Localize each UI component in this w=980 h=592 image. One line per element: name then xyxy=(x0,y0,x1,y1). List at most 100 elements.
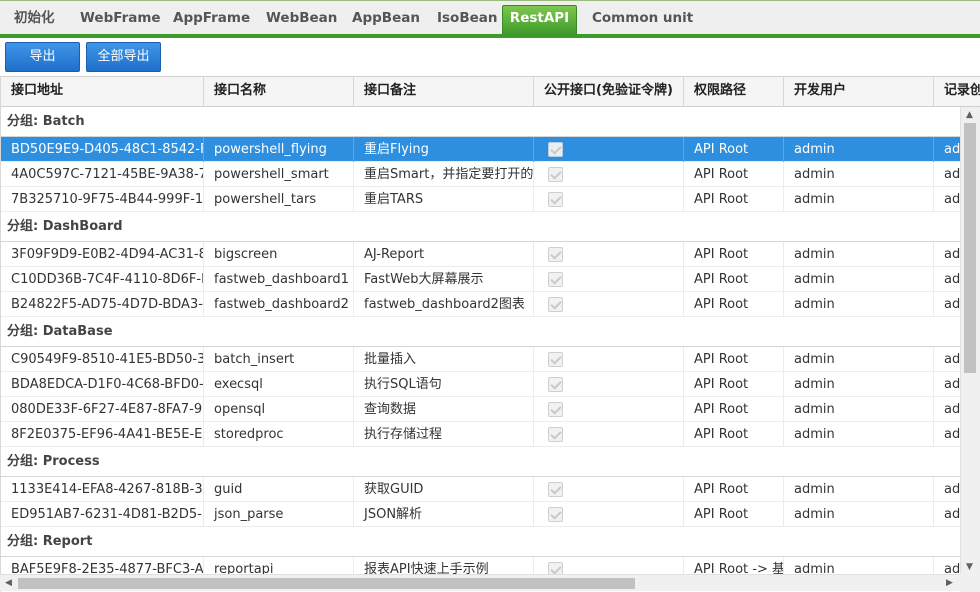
public-checkbox[interactable] xyxy=(548,427,563,442)
grid-header: 接口地址 接口名称 接口备注 公开接口(免验证令牌) 权限路径 开发用户 记录创 xyxy=(1,76,980,107)
table-row[interactable]: BD50E9E9-D405-48C1-8542-FA powershell_fly… xyxy=(1,137,974,162)
table-row[interactable]: 3F09F9D9-E0B2-4D94-AC31-8F bigscreen AJ-Re… xyxy=(1,242,974,267)
cell-remark: 重启Smart，并指定要打开的t xyxy=(354,162,534,187)
cell-path: API Root xyxy=(684,162,784,187)
cell-path: API Root xyxy=(684,242,784,267)
cell-path: API Root xyxy=(684,422,784,447)
scroll-down-arrow-icon[interactable]: ▼ xyxy=(966,562,973,572)
cell-address: 7B325710-9F75-4B44-999F-1E7 xyxy=(1,187,204,212)
cell-address: BD50E9E9-D405-48C1-8542-FA xyxy=(1,137,204,162)
tab-restapi[interactable]: RestAPI xyxy=(502,5,577,34)
scroll-right-arrow-icon[interactable]: ▶ xyxy=(946,578,953,588)
table-row[interactable]: BDA8EDCA-D1F0-4C68-BFD0-F execsql 执行SQL语句 A… xyxy=(1,372,974,397)
public-checkbox[interactable] xyxy=(548,297,563,312)
column-header-dev-user[interactable]: 开发用户 xyxy=(784,77,934,107)
cell-path: API Root xyxy=(684,137,784,162)
cell-path: API Root xyxy=(684,502,784,527)
public-checkbox[interactable] xyxy=(548,167,563,182)
cell-public xyxy=(534,372,684,397)
vertical-scroll-thumb[interactable] xyxy=(964,123,976,373)
public-checkbox[interactable] xyxy=(548,142,563,157)
group-header[interactable]: 分组: Process xyxy=(1,447,961,477)
cell-public xyxy=(534,137,684,162)
cell-path: API Root xyxy=(684,372,784,397)
table-row[interactable]: 1133E414-EFA8-4267-818B-3A9 guid 获取GUID API… xyxy=(1,477,974,502)
cell-address: 4A0C597C-7121-45BE-9A38-725 xyxy=(1,162,204,187)
cell-dev-user: admin xyxy=(784,372,934,397)
cell-remark: 重启Flying xyxy=(354,137,534,162)
cell-public xyxy=(534,397,684,422)
cell-public xyxy=(534,477,684,502)
cell-name: guid xyxy=(204,477,354,502)
cell-address: 1133E414-EFA8-4267-818B-3A9 xyxy=(1,477,204,502)
column-header-remark[interactable]: 接口备注 xyxy=(354,77,534,107)
table-row[interactable]: C90549F9-8510-41E5-BD50-318 batch_insert 批… xyxy=(1,347,974,372)
public-checkbox[interactable] xyxy=(548,377,563,392)
cell-name: fastweb_dashboard1 xyxy=(204,267,354,292)
horizontal-scroll-thumb[interactable] xyxy=(18,578,635,589)
cell-address: 080DE33F-6F27-4E87-8FA7-965 xyxy=(1,397,204,422)
cell-name: fastweb_dashboard2 xyxy=(204,292,354,317)
public-checkbox[interactable] xyxy=(548,402,563,417)
cell-remark: FastWeb大屏幕展示 xyxy=(354,267,534,292)
public-checkbox[interactable] xyxy=(548,482,563,497)
horizontal-scrollbar[interactable]: ◀ ▶ xyxy=(0,574,960,591)
table-row[interactable]: C10DD36B-7C4F-4110-8D6F-EE fastweb_dashbo… xyxy=(1,267,974,292)
scroll-left-arrow-icon[interactable]: ◀ xyxy=(5,578,12,588)
group-header[interactable]: 分组: DataBase xyxy=(1,317,961,347)
cell-name: storedproc xyxy=(204,422,354,447)
cell-public xyxy=(534,242,684,267)
cell-path: API Root xyxy=(684,267,784,292)
table-row[interactable]: ED951AB7-6231-4D81-B2D5-F9 json_parse JSON… xyxy=(1,502,974,527)
cell-name: powershell_flying xyxy=(204,137,354,162)
group-header[interactable]: 分组: DashBoard xyxy=(1,212,961,242)
scrollbar-corner xyxy=(960,574,980,592)
cell-address: 3F09F9D9-E0B2-4D94-AC31-8F xyxy=(1,242,204,267)
cell-public xyxy=(534,422,684,447)
table-row[interactable]: 8F2E0375-EF96-4A41-BE5E-E6 storedproc 执行存储… xyxy=(1,422,974,447)
vertical-scrollbar[interactable]: ▲ ▼ xyxy=(960,107,980,576)
tab-appframe[interactable]: AppFrame xyxy=(173,7,250,34)
public-checkbox[interactable] xyxy=(548,272,563,287)
cell-remark: 执行SQL语句 xyxy=(354,372,534,397)
cell-public xyxy=(534,267,684,292)
api-grid: 接口地址 接口名称 接口备注 公开接口(免验证令牌) 权限路径 开发用户 记录创… xyxy=(0,76,980,592)
tab-appbean[interactable]: AppBean xyxy=(352,7,420,34)
table-row[interactable]: 4A0C597C-7121-45BE-9A38-725 powershell_sm… xyxy=(1,162,974,187)
cell-dev-user: admin xyxy=(784,422,934,447)
cell-remark: 执行存储过程 xyxy=(354,422,534,447)
cell-dev-user: admin xyxy=(784,187,934,212)
tab-common-unit[interactable]: Common unit xyxy=(592,7,693,34)
group-header[interactable]: 分组: Report xyxy=(1,527,961,557)
column-header-public[interactable]: 公开接口(免验证令牌) xyxy=(534,77,684,107)
tab-webbean[interactable]: WebBean xyxy=(266,7,337,34)
table-row[interactable]: 7B325710-9F75-4B44-999F-1E7 powershell_ta… xyxy=(1,187,974,212)
cell-path: API Root xyxy=(684,347,784,372)
public-checkbox[interactable] xyxy=(548,352,563,367)
table-row[interactable]: 080DE33F-6F27-4E87-8FA7-965 opensql 查询数据 AP… xyxy=(1,397,974,422)
cell-name: powershell_smart xyxy=(204,162,354,187)
cell-dev-user: admin xyxy=(784,397,934,422)
cell-path: API Root xyxy=(684,292,784,317)
export-all-button[interactable]: 全部导出 xyxy=(86,42,161,72)
column-header-address[interactable]: 接口地址 xyxy=(1,77,204,107)
table-row[interactable]: B24822F5-AD75-4D7D-BDA3-9C fastweb_dashbo… xyxy=(1,292,974,317)
tab-isobean[interactable]: IsoBean xyxy=(437,7,498,34)
cell-dev-user: admin xyxy=(784,242,934,267)
column-header-path[interactable]: 权限路径 xyxy=(684,77,784,107)
cell-public xyxy=(534,292,684,317)
column-header-record[interactable]: 记录创 xyxy=(934,77,980,107)
scroll-up-arrow-icon[interactable]: ▲ xyxy=(966,110,973,120)
cell-name: batch_insert xyxy=(204,347,354,372)
tab-webframe[interactable]: WebFrame xyxy=(80,7,161,34)
export-button[interactable]: 导出 xyxy=(5,42,80,72)
cell-remark: 批量插入 xyxy=(354,347,534,372)
tab-bar: 初始化 WebFrame AppFrame WebBean AppBean Is… xyxy=(0,0,980,39)
group-header[interactable]: 分组: Batch xyxy=(1,107,961,137)
column-header-name[interactable]: 接口名称 xyxy=(204,77,354,107)
tab-init[interactable]: 初始化 xyxy=(14,7,55,34)
public-checkbox[interactable] xyxy=(548,192,563,207)
cell-path: API Root xyxy=(684,187,784,212)
public-checkbox[interactable] xyxy=(548,247,563,262)
public-checkbox[interactable] xyxy=(548,507,563,522)
